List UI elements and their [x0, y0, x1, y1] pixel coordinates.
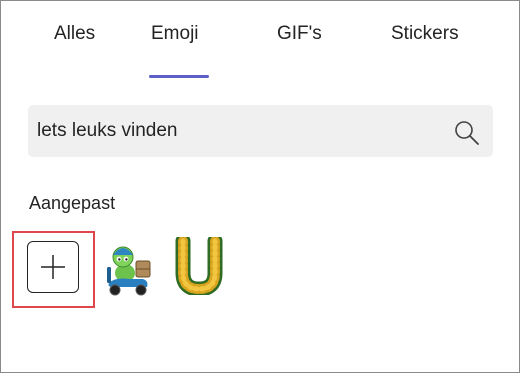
tab-gifs[interactable]: GIF's	[277, 23, 322, 45]
tab-alles[interactable]: Alles	[54, 23, 95, 45]
tab-stickers[interactable]: Stickers	[391, 23, 459, 45]
add-custom-emoji-button[interactable]	[27, 241, 79, 293]
search-box[interactable]	[28, 105, 493, 157]
search-input[interactable]	[37, 114, 437, 148]
flower-letter-u-emoji[interactable]	[173, 233, 225, 297]
tab-emoji[interactable]: Emoji	[151, 23, 199, 45]
picker-tabs: Alles Emoji GIF's Stickers	[1, 1, 519, 81]
scooter-delivery-emoji[interactable]	[105, 239, 153, 297]
emoji-picker-panel: Alles Emoji GIF's Stickers Aangepast	[0, 0, 520, 373]
section-heading-custom: Aangepast	[29, 193, 116, 213]
plus-icon	[41, 255, 65, 279]
active-tab-indicator	[149, 75, 209, 78]
search-icon[interactable]	[453, 119, 481, 147]
